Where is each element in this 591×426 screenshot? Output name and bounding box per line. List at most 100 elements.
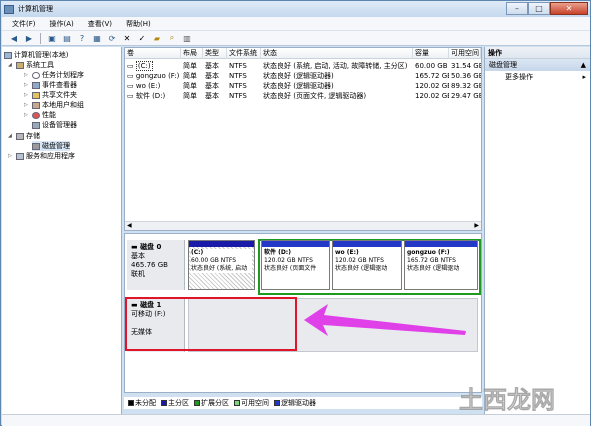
cell-capacity: 120.02 GB — [415, 82, 449, 90]
col-free[interactable]: 可用空间 — [449, 48, 481, 59]
tree-task-scheduler-label: 任务计划程序 — [42, 71, 84, 79]
tree-system-tools[interactable]: ◢ 系统工具 — [8, 60, 54, 70]
partition-d-size: 120.02 GB NTFS — [264, 257, 313, 264]
svg-text:土西龙网: 土西龙网 — [459, 386, 555, 414]
table-row[interactable]: ▭ wo (E:) 简单 基本 NTFS 状态良好 (逻辑驱动器) 120.02… — [125, 81, 481, 91]
annotation-arrow — [304, 304, 466, 336]
collapse-icon[interactable]: ◢ — [8, 62, 14, 68]
scroll-left-icon[interactable]: ◀ — [127, 222, 132, 229]
device-manager-icon — [32, 121, 40, 129]
disk0-size: 465.76 GB — [131, 261, 168, 269]
col-filesystem[interactable]: 文件系统 — [227, 48, 261, 59]
menu-help[interactable]: 帮助(H) — [126, 19, 151, 29]
cell-type: 基本 — [205, 82, 219, 90]
menu-action[interactable]: 操作(A) — [50, 19, 74, 29]
menu-view[interactable]: 查看(V) — [88, 19, 112, 29]
cell-filesystem: NTFS — [229, 82, 247, 90]
disk-management-icon — [32, 142, 40, 150]
tree-device-manager-label: 设备管理器 — [42, 121, 77, 129]
horizontal-scrollbar[interactable]: ◀ ▶ — [125, 221, 481, 230]
collapse-up-icon[interactable]: ▲ — [581, 59, 586, 71]
shared-folder-icon — [32, 91, 40, 99]
menu-file[interactable]: 文件(F) — [12, 19, 36, 29]
col-status[interactable]: 状态 — [261, 48, 413, 59]
cell-capacity: 165.72 GB — [415, 72, 449, 80]
partition-d-name: 软件 (D:) — [264, 249, 291, 256]
tree-performance[interactable]: ▷ 性能 — [24, 110, 56, 120]
up-folder-icon[interactable]: ▣ — [46, 32, 58, 44]
tree-disk-management[interactable]: 磁盘管理 — [32, 141, 70, 151]
storage-icon — [16, 132, 24, 140]
disk0-label[interactable]: ▬ 磁盘 0 基本 465.76 GB 联机 — [127, 240, 185, 290]
col-layout[interactable]: 布局 — [181, 48, 203, 59]
legend: 未分配 主分区 扩展分区 可用空间 逻辑驱动器 — [124, 397, 482, 409]
expand-icon[interactable]: ▷ — [24, 102, 30, 108]
refresh-icon[interactable]: ⟳ — [106, 32, 118, 44]
partition-e-status: 状态良好 (逻辑驱动 — [335, 265, 388, 272]
table-row[interactable]: ▭ (C:) 简单 基本 NTFS 状态良好 (系统, 启动, 活动, 故障转储… — [125, 61, 481, 71]
computer-management-window: 计算机管理 – □ ✕ 文件(F) 操作(A) 查看(V) 帮助(H) ◀ ▶ … — [0, 0, 591, 426]
forward-icon[interactable]: ▶ — [23, 32, 35, 44]
expand-icon[interactable]: ▷ — [24, 82, 30, 88]
more-actions[interactable]: 更多操作 ▸ — [485, 71, 590, 83]
annotation-highlight-box — [125, 297, 297, 351]
cell-capacity: 120.02 GB — [415, 92, 449, 100]
legend-item: 主分区 — [161, 398, 189, 408]
tree-local-users-label: 本地用户和组 — [42, 101, 84, 109]
cell-free: 50.36 GB — [451, 72, 481, 80]
disk-icon[interactable]: ▥ — [181, 32, 193, 44]
check-icon[interactable]: ✓ — [136, 32, 148, 44]
disk-icon: ▬ — [131, 243, 141, 251]
partition-f[interactable]: gongzuo (F:) 165.72 GB NTFS 状态良好 (逻辑驱动 — [404, 240, 478, 290]
drive-icon: ▭ — [127, 82, 136, 90]
cell-type: 基本 — [205, 62, 219, 70]
tree-root-label: 计算机管理(本地) — [14, 51, 69, 59]
tree-local-users[interactable]: ▷ 本地用户和组 — [24, 100, 84, 110]
actions-section[interactable]: 磁盘管理 ▲ — [485, 59, 590, 71]
col-volume[interactable]: 卷 — [125, 48, 181, 59]
tree-device-manager[interactable]: 设备管理器 — [32, 120, 77, 130]
tree-root[interactable]: 计算机管理(本地) — [4, 50, 68, 60]
partition-e[interactable]: wo (E:) 120.02 GB NTFS 状态良好 (逻辑驱动 — [332, 240, 402, 290]
delete-icon[interactable]: ✕ — [121, 32, 133, 44]
table-row[interactable]: ▭ 软件 (D:) 简单 基本 NTFS 状态良好 (页面文件, 逻辑驱动器) … — [125, 91, 481, 101]
collapse-icon[interactable]: ◢ — [8, 133, 14, 139]
table-row[interactable]: ▭ gongzuo (F:) 简单 基本 NTFS 状态良好 (逻辑驱动器) 1… — [125, 71, 481, 81]
cell-status: 状态良好 (逻辑驱动器) — [263, 82, 334, 90]
col-type[interactable]: 类型 — [203, 48, 227, 59]
cell-free: 29.47 GB — [451, 92, 481, 100]
expand-icon[interactable]: ▷ — [24, 112, 30, 118]
scroll-right-icon[interactable]: ▶ — [474, 222, 479, 229]
maximize-button[interactable]: □ — [528, 2, 550, 15]
expand-icon[interactable]: ▷ — [24, 72, 30, 78]
disk0-status: 联机 — [131, 270, 145, 278]
legend-item: 逻辑驱动器 — [274, 398, 316, 408]
cell-free: 31.54 GB — [451, 62, 481, 70]
col-capacity[interactable]: 容量 — [413, 48, 449, 59]
minimize-button[interactable]: – — [506, 2, 528, 15]
partition-f-size: 165.72 GB NTFS — [407, 257, 456, 264]
tree-shared-folders[interactable]: ▷ 共享文件夹 — [24, 90, 77, 100]
expand-icon[interactable]: ▷ — [24, 92, 30, 98]
tree-task-scheduler[interactable]: ▷ 任务计划程序 — [24, 70, 84, 80]
partition-d[interactable]: 软件 (D:) 120.02 GB NTFS 状态良好 (页面文件 — [261, 240, 330, 290]
tree-services[interactable]: ▷ 服务和应用程序 — [8, 151, 75, 161]
partition-c[interactable]: (C:) 60.00 GB NTFS 状态良好 (系统, 启动 — [188, 240, 255, 290]
submenu-arrow-icon: ▸ — [582, 73, 586, 81]
close-button[interactable]: ✕ — [550, 2, 588, 15]
cell-free: 89.32 GB — [451, 82, 481, 90]
search-icon[interactable]: ⌕ — [166, 32, 178, 44]
drive-icon: ▭ — [127, 72, 136, 80]
watermark-logo: 土西龙网 — [459, 386, 556, 415]
tree-event-viewer[interactable]: ▷ 事件查看器 — [24, 80, 77, 90]
expand-icon[interactable]: ▷ — [8, 153, 14, 159]
show-hide-tree-icon[interactable]: ▤ — [61, 32, 73, 44]
cell-filesystem: NTFS — [229, 62, 247, 70]
tree-storage[interactable]: ◢ 存储 — [8, 131, 40, 141]
help-icon[interactable]: ? — [76, 32, 88, 44]
cell-type: 基本 — [205, 72, 219, 80]
back-icon[interactable]: ◀ — [8, 32, 20, 44]
properties-icon[interactable]: ▦ — [91, 32, 103, 44]
open-folder-icon[interactable]: ▰ — [151, 32, 163, 44]
cell-layout: 简单 — [183, 62, 197, 70]
